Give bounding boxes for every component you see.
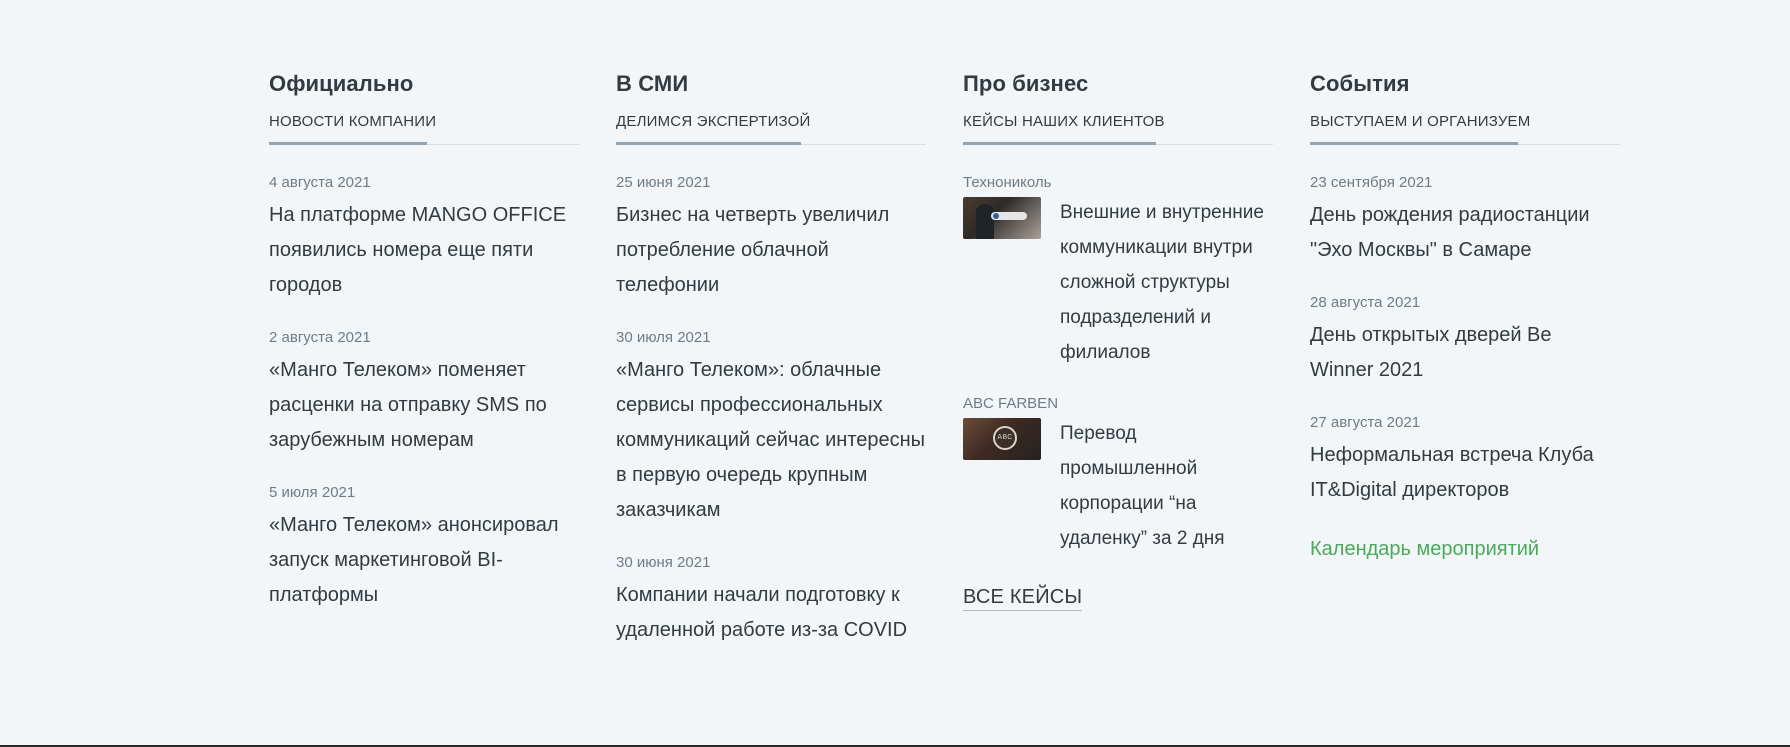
case-item: ABC FARBEN ABC Перевод промышленной корп…	[963, 394, 1273, 556]
case-body: ABC Перевод промышленной корпорации “на …	[963, 418, 1273, 556]
event-date: 27 августа 2021	[1310, 414, 1421, 431]
active-tab-indicator	[616, 142, 801, 145]
list-item: 5 июля 2021 «Манго Телеком» анонсировал …	[269, 483, 579, 613]
case-thumbnail-icon[interactable]	[963, 197, 1041, 239]
active-tab-indicator	[1310, 142, 1518, 145]
case-link[interactable]: Перевод промышленной корпорации “на удал…	[1060, 416, 1273, 556]
event-date: 23 сентября 2021	[1310, 174, 1433, 191]
tab-underline	[1310, 142, 1620, 145]
tab-underline	[269, 142, 579, 145]
tab-events[interactable]: Выступаем и организуем	[1310, 111, 1620, 133]
case-list: Технониколь Внешние и внутренние коммуни…	[963, 173, 1273, 611]
news-date: 25 июня 2021	[616, 174, 711, 191]
news-link[interactable]: «Манго Телеком» поменяет расценки на отп…	[269, 353, 579, 458]
news-date: 5 июля 2021	[269, 484, 356, 501]
tab-expertise[interactable]: Делимся экспертизой	[616, 111, 926, 133]
list-item: 4 августа 2021 На платформе MANGO OFFICE…	[269, 173, 579, 303]
list-item: 25 июня 2021 Бизнес на четверть увеличил…	[616, 173, 926, 303]
event-date: 28 августа 2021	[1310, 294, 1421, 311]
list-item: 2 августа 2021 «Манго Телеком» поменяет …	[269, 328, 579, 458]
column-business: Про бизнес Кейсы наших клиентов Техноник…	[963, 70, 1273, 611]
case-client: Технониколь	[963, 174, 1052, 191]
logo-dot	[993, 213, 999, 219]
column-title: В СМИ	[616, 71, 689, 96]
news-date: 30 июня 2021	[616, 554, 711, 571]
active-tab-indicator	[963, 142, 1156, 145]
list-item: 30 июня 2021 Компании начали подготовку …	[616, 553, 926, 648]
news-date: 4 августа 2021	[269, 174, 371, 191]
logo-badge	[991, 212, 1027, 220]
case-link[interactable]: Внешние и внутренние коммуникации внутри…	[1060, 195, 1273, 370]
list-item: 23 сентября 2021 День рождения радиостан…	[1310, 173, 1620, 268]
company-logo-icon: ABC	[993, 426, 1017, 450]
news-link[interactable]: Бизнес на четверть увеличил потребление …	[616, 198, 926, 303]
column-events: События Выступаем и организуем 23 сентяб…	[1310, 70, 1620, 562]
list-item: 27 августа 2021 Неформальная встреча Клу…	[1310, 413, 1620, 508]
event-list: 23 сентября 2021 День рождения радиостан…	[1310, 173, 1620, 562]
tab-underline	[616, 142, 926, 145]
list-item: 30 июля 2021 «Манго Телеком»: облачные с…	[616, 328, 926, 528]
news-link[interactable]: «Манго Телеком» анонсировал запуск марке…	[269, 508, 579, 613]
news-date: 2 августа 2021	[269, 329, 371, 346]
all-cases-link[interactable]: Все кейсы	[963, 584, 1083, 611]
events-calendar-link[interactable]: Календарь мероприятий	[1310, 536, 1539, 562]
case-thumbnail-icon[interactable]: ABC	[963, 418, 1041, 460]
tab-company-news[interactable]: Новости компании	[269, 111, 579, 133]
event-link[interactable]: День рождения радиостанции "Эхо Москвы" …	[1310, 198, 1620, 268]
tab-client-cases[interactable]: Кейсы наших клиентов	[963, 111, 1273, 133]
column-title: События	[1310, 71, 1410, 96]
active-tab-indicator	[269, 142, 427, 145]
event-link[interactable]: Неформальная встреча Клуба IT&Digital ди…	[1310, 438, 1620, 508]
case-body: Внешние и внутренние коммуникации внутри…	[963, 197, 1273, 370]
case-client: ABC FARBEN	[963, 395, 1059, 412]
column-title: Официально	[269, 71, 414, 96]
column-media: В СМИ Делимся экспертизой 25 июня 2021 Б…	[616, 70, 926, 673]
list-item: 28 августа 2021 День открытых дверей Be …	[1310, 293, 1620, 388]
event-link[interactable]: День открытых дверей Be Winner 2021	[1310, 318, 1620, 388]
news-section: Официально Новости компании 4 августа 20…	[269, 70, 1621, 670]
news-list: 4 августа 2021 На платформе MANGO OFFICE…	[269, 173, 579, 613]
news-list: 25 июня 2021 Бизнес на четверть увеличил…	[616, 173, 926, 648]
news-link[interactable]: Компании начали подготовку к удаленной р…	[616, 578, 926, 648]
news-link[interactable]: На платформе MANGO OFFICE появились номе…	[269, 198, 579, 303]
case-item: Технониколь Внешние и внутренние коммуни…	[963, 173, 1273, 370]
news-link[interactable]: «Манго Телеком»: облачные сервисы профес…	[616, 353, 926, 528]
column-title: Про бизнес	[963, 71, 1089, 96]
person-shape	[976, 204, 994, 239]
column-official: Официально Новости компании 4 августа 20…	[269, 70, 579, 638]
news-date: 30 июля 2021	[616, 329, 711, 346]
tab-underline	[963, 142, 1273, 145]
